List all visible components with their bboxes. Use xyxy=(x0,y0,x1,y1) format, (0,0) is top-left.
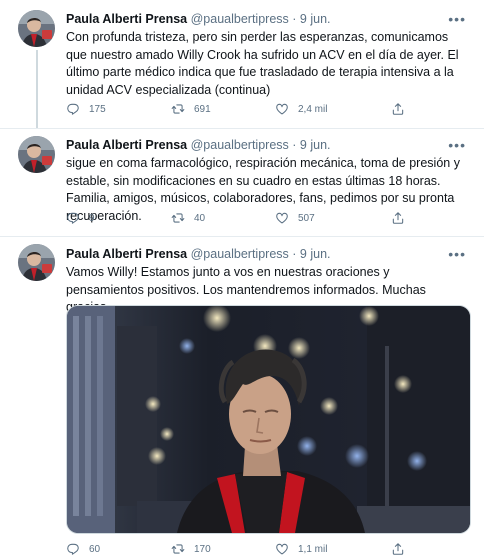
tweet-actions: 9 40 507 xyxy=(66,211,416,227)
thread-connector xyxy=(36,50,38,128)
tweet-photo[interactable] xyxy=(66,305,471,534)
tweet-actions: 60 170 1,1 mil xyxy=(66,542,416,558)
like-count: 1,1 mil xyxy=(298,543,328,555)
reply-count: 9 xyxy=(89,212,95,224)
share-icon xyxy=(391,102,405,116)
more-options-icon[interactable]: ••• xyxy=(448,138,466,152)
reply-button[interactable]: 9 xyxy=(66,211,95,225)
like-button[interactable]: 2,4 mil xyxy=(275,102,327,116)
share-icon xyxy=(391,542,405,556)
reply-icon xyxy=(66,542,80,556)
avatar[interactable] xyxy=(18,136,55,173)
retweet-button[interactable]: 691 xyxy=(171,102,211,116)
tweet-date[interactable]: 9 jun. xyxy=(300,138,331,152)
reply-button[interactable]: 175 xyxy=(66,102,106,116)
tweet-header: Paula Alberti Prensa @paualbertipress · … xyxy=(66,246,331,262)
reply-icon xyxy=(66,102,80,116)
avatar[interactable] xyxy=(18,10,55,47)
share-icon xyxy=(391,211,405,225)
separator-dot: · xyxy=(292,247,297,261)
share-button[interactable] xyxy=(391,211,414,225)
display-name[interactable]: Paula Alberti Prensa xyxy=(66,138,187,152)
reply-icon xyxy=(66,211,80,225)
separator-dot: · xyxy=(292,12,297,26)
share-button[interactable] xyxy=(391,102,414,116)
retweet-count: 170 xyxy=(194,543,211,555)
like-button[interactable]: 507 xyxy=(275,211,315,225)
retweet-count: 691 xyxy=(194,103,211,115)
reply-button[interactable]: 60 xyxy=(66,542,100,556)
photo-image xyxy=(67,306,470,533)
like-button[interactable]: 1,1 mil xyxy=(275,542,327,556)
user-handle[interactable]: @paualbertipress xyxy=(191,138,289,152)
tweet-text: Con profunda tristeza, pero sin perder l… xyxy=(66,30,459,97)
tweet-header: Paula Alberti Prensa @paualbertipress · … xyxy=(66,137,331,153)
user-handle[interactable]: @paualbertipress xyxy=(191,12,289,26)
retweet-icon xyxy=(171,102,185,116)
like-count: 2,4 mil xyxy=(298,103,328,115)
display-name[interactable]: Paula Alberti Prensa xyxy=(66,12,187,26)
like-count: 507 xyxy=(298,212,315,224)
heart-icon xyxy=(275,102,289,116)
avatar[interactable] xyxy=(18,244,55,281)
tweet-actions: 175 691 2,4 mil xyxy=(66,102,416,118)
separator-dot: · xyxy=(292,138,297,152)
display-name[interactable]: Paula Alberti Prensa xyxy=(66,247,187,261)
tweet-header: Paula Alberti Prensa @paualbertipress · … xyxy=(66,11,331,27)
user-handle[interactable]: @paualbertipress xyxy=(191,247,289,261)
tweet-2[interactable]: Paula Alberti Prensa @paualbertipress · … xyxy=(0,128,484,236)
retweet-icon xyxy=(171,542,185,556)
retweet-count: 40 xyxy=(194,212,206,224)
heart-icon xyxy=(275,542,289,556)
more-options-icon[interactable]: ••• xyxy=(448,12,466,26)
more-options-icon[interactable]: ••• xyxy=(448,247,466,261)
heart-icon xyxy=(275,211,289,225)
retweet-button[interactable]: 170 xyxy=(171,542,211,556)
tweet-date[interactable]: 9 jun. xyxy=(300,247,331,261)
share-button[interactable] xyxy=(391,542,414,556)
retweet-icon xyxy=(171,211,185,225)
tweet-1[interactable]: Paula Alberti Prensa @paualbertipress · … xyxy=(0,0,484,128)
retweet-button[interactable]: 40 xyxy=(171,211,205,225)
reply-count: 175 xyxy=(89,103,106,115)
reply-count: 60 xyxy=(89,543,101,555)
tweet-date[interactable]: 9 jun. xyxy=(300,12,331,26)
